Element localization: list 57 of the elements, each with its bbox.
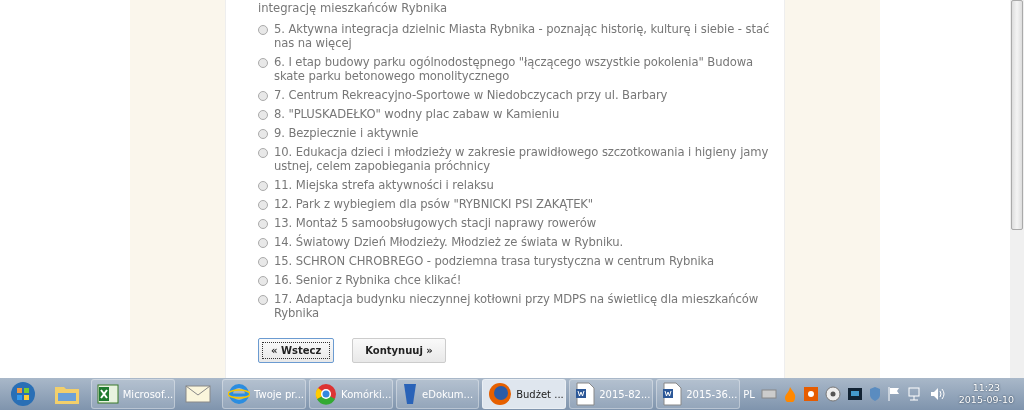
option-label: 11. Miejska strefa aktywności i relaksu xyxy=(274,178,495,193)
monitor-icon[interactable] xyxy=(846,387,863,401)
radio-button[interactable] xyxy=(258,219,268,230)
option-label: 8. "PLUSKADEŁKO" wodny plac zabaw w Kamieniu xyxy=(274,107,561,122)
radio-button[interactable] xyxy=(258,58,268,69)
radio-button[interactable] xyxy=(258,148,268,159)
app-icon xyxy=(575,382,596,406)
scrollbar-thumb[interactable] xyxy=(1011,0,1023,230)
radio-button[interactable] xyxy=(258,181,268,192)
taskbar-button[interactable]: Komórki... xyxy=(309,379,394,409)
option-label: 14. Światowy Dzień Młodzieży. Młodzież ze świata w Rybniku. xyxy=(274,235,625,250)
question-text: integrację mieszkańców Rybnika xyxy=(258,1,448,15)
app-icon xyxy=(402,382,419,406)
tray-app-icon[interactable] xyxy=(802,386,819,402)
taskbar-button[interactable]: Microsof... xyxy=(90,379,175,409)
taskbar-button[interactable]: eDokum... xyxy=(396,379,480,409)
radio-button[interactable] xyxy=(258,110,268,121)
option-label: 7. Centrum Rekreacyjno-Sportowe w Niedobczycach przy ul. Barbary xyxy=(274,88,669,103)
app-icon xyxy=(228,383,251,405)
radio-button[interactable] xyxy=(258,25,268,36)
radio-button[interactable] xyxy=(258,276,268,287)
shield-icon[interactable] xyxy=(868,386,881,402)
taskbar-button[interactable]: 2015-36... xyxy=(656,379,741,409)
language-indicator[interactable]: PL xyxy=(743,386,755,402)
speaker-icon[interactable] xyxy=(928,386,945,402)
radio-button[interactable] xyxy=(258,129,268,140)
keyboard-icon[interactable] xyxy=(760,389,777,399)
clock-time[interactable]: 11:23 xyxy=(972,382,1001,394)
option-label: 10. Edukacja dzieci i młodzieży w zakresie prawidłowego szczotkowania i higieny jamy ustnej, celem zapobiegania próchnicy xyxy=(274,145,770,174)
option-label: 16. Senior z Rybnika chce klikać! xyxy=(274,273,463,288)
flame-icon[interactable] xyxy=(782,386,797,402)
flag-icon[interactable] xyxy=(886,386,901,402)
disc-icon[interactable] xyxy=(824,386,841,402)
option-label: 13. Montaż 5 samoobsługowych stacji naprawy rowerów xyxy=(274,216,598,231)
option-label: 5. Aktywna integracja dzielnic Miasta Rybnika - poznając historię, kulturę i siebie - stać nas na więcej xyxy=(274,22,771,51)
option-label: 6. I etap budowy parku ogólnodostępnego "łączącego wszystkie pokolenia" Budowa skate parku betonowego monolitycznego xyxy=(274,55,755,84)
option-label: 17. Adaptacja budynku nieczynnej kotłowni przy MDPS na świetlicę dla mieszkańców Rybnika xyxy=(274,292,760,321)
app-icon xyxy=(315,383,338,405)
radio-button[interactable] xyxy=(258,200,268,211)
option-label: 9. Bezpiecznie i aktywnie xyxy=(274,126,420,141)
radio-button[interactable] xyxy=(258,91,268,102)
app-icon xyxy=(662,382,683,406)
taskbar-button[interactable]: 2015-82... xyxy=(569,379,654,409)
radio-button[interactable] xyxy=(258,238,268,249)
scrollbar[interactable] xyxy=(1010,0,1024,378)
clock-date[interactable]: 2015-09-10 xyxy=(958,394,1014,406)
app-icon xyxy=(96,384,119,404)
network-icon[interactable] xyxy=(906,386,923,402)
app-icon xyxy=(488,382,513,406)
continue-button[interactable]: Kontynuuj » xyxy=(352,338,446,364)
radio-button[interactable] xyxy=(258,257,268,268)
back-button[interactable]: « Wstecz xyxy=(258,338,335,364)
taskbar-button[interactable]: Budżet ... xyxy=(482,379,567,409)
option-label: 15. SCHRON CHROBREGO - podziemna trasa turystyczna w centrum Rybnika xyxy=(274,254,715,269)
option-label: 12. Park z wybiegiem dla psów "RYBNICKI PSI ZAKĄTEK" xyxy=(274,197,595,212)
radio-button[interactable] xyxy=(258,295,268,306)
taskbar-button[interactable]: Twoje pr... xyxy=(222,379,307,409)
